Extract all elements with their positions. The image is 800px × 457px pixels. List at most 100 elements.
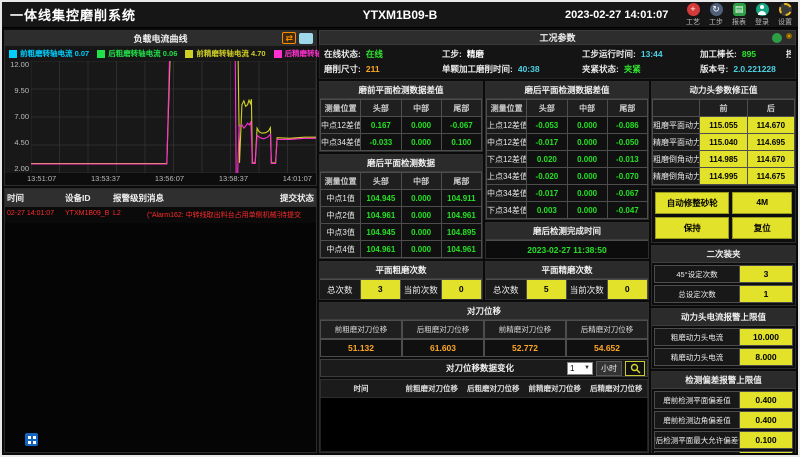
- value-cell: 54.652: [566, 339, 648, 357]
- alarm-panel: 时间 设备ID 报警级别 消息 提交状态 02-27 14:01:07 YTXM…: [4, 188, 317, 453]
- total-count-value[interactable]: 5: [527, 280, 568, 299]
- value-cell[interactable]: 115.040: [700, 134, 747, 151]
- field-value[interactable]: 8.000: [740, 349, 792, 365]
- x-tick: 13:58:37: [219, 174, 248, 183]
- table-header-row: 测量位置头部中部尾部: [321, 100, 482, 117]
- column-header: [653, 100, 700, 117]
- value-cell[interactable]: 114.995: [700, 168, 747, 185]
- count-row: 总次数 5 当前次数 0: [486, 279, 648, 299]
- value-cell[interactable]: 114.670: [747, 151, 794, 168]
- column-header: 前: [700, 100, 747, 117]
- value-cell: -0.020: [527, 168, 567, 185]
- value-cell[interactable]: 114.675: [747, 168, 794, 185]
- table-row: 上点12差值-0.0530.000-0.086: [487, 117, 648, 134]
- row-label: 下点12差值: [487, 151, 527, 168]
- status-label: 版本号:: [700, 63, 728, 75]
- value-cell[interactable]: 114.985: [700, 151, 747, 168]
- field-value[interactable]: 0.100: [740, 452, 792, 453]
- table-row: 下点34差值0.0030.000-0.047: [487, 202, 648, 219]
- total-count-value[interactable]: 3: [361, 280, 402, 299]
- value-cell: 104.945: [361, 190, 401, 207]
- start-icon[interactable]: [25, 433, 38, 446]
- chart-panel-title: 负载电流曲线: [133, 32, 187, 45]
- section-title: 检测偏差报警上限值: [652, 372, 795, 389]
- alarm-row[interactable]: 02-27 14:01:07 YTXM1B09_B L2 ("Alarm162:…: [5, 207, 316, 223]
- refresh-icon[interactable]: [772, 33, 782, 43]
- column-header: 前精磨对刀位移: [484, 320, 566, 339]
- value-cell: 0.000: [567, 134, 607, 151]
- field-value[interactable]: 0.400: [740, 412, 792, 428]
- value-cell: 0.167: [361, 117, 401, 134]
- center-column-1: 磨前平面检测数据差值 测量位置头部中部尾部中点12差值0.1670.000-0.…: [319, 81, 483, 300]
- left-panel: 负载电流曲线 ⇄ 前粗磨转轴电流 0.07后粗磨转轴电流 0.06前精磨转轴电流…: [4, 30, 317, 453]
- menu-item-工步[interactable]: ↻工步: [707, 3, 725, 27]
- value-cell: 0.000: [567, 185, 607, 202]
- value-cell: 0.000: [401, 241, 441, 258]
- value-cell: 0.020: [527, 151, 567, 168]
- status-label: 加工棒长:: [700, 48, 737, 60]
- alarm-device-id: YTXM1B09_B: [65, 210, 113, 220]
- column-header: 中部: [401, 100, 441, 117]
- value-cell[interactable]: 114.670: [747, 117, 794, 134]
- menu-item-报表[interactable]: ▤报表: [730, 3, 748, 27]
- value-cell: 0.000: [567, 202, 607, 219]
- field-value[interactable]: 0.400: [740, 392, 792, 408]
- current-count-value[interactable]: 0: [442, 280, 483, 299]
- load-current-panel: 负载电流曲线 ⇄ 前粗磨转轴电流 0.07后粗磨转轴电流 0.06前精磨转轴电流…: [4, 30, 317, 186]
- field-value[interactable]: 3: [740, 266, 792, 282]
- legend-item: 前粗磨转轴电流 0.07: [9, 48, 89, 59]
- row-label: 下点34差值: [487, 202, 527, 219]
- gear-icon[interactable]: [786, 33, 792, 39]
- center-columns: 磨前平面检测数据差值 测量位置头部中部尾部中点12差值0.1670.000-0.…: [319, 81, 649, 453]
- alarm-level: L2: [113, 210, 147, 220]
- step-icon: ↻: [710, 3, 723, 16]
- reset-button[interactable]: 复位: [732, 217, 792, 239]
- data-table: 测量位置头部中部尾部中点12差值0.1670.000-0.067中点34差值-0…: [320, 99, 482, 151]
- field-label: 磨后检测外圆最大允许偏差值: [655, 452, 740, 453]
- search-icon[interactable]: [625, 361, 645, 376]
- value-cell: 0.000: [401, 207, 441, 224]
- section-title: 二次装夹: [652, 246, 795, 263]
- chevron-down-icon: ▼: [584, 365, 590, 371]
- menu-item-登录[interactable]: 登录: [753, 3, 771, 27]
- value-cell[interactable]: 114.695: [747, 134, 794, 151]
- legend-swatch: [9, 50, 17, 58]
- section-title: 平面粗磨次数: [320, 262, 482, 279]
- working-params-title: 工况参数: [539, 31, 575, 44]
- swap-icon[interactable]: ⇄: [282, 32, 296, 44]
- menu-label: 报表: [732, 17, 746, 27]
- menu-item-工艺[interactable]: +工艺: [684, 3, 702, 27]
- hold-button[interactable]: 保持: [655, 217, 729, 239]
- status-grid: 在线状态:在线工步:精磨工步运行时间:13:44加工棒长:895控制模式:远程磨…: [319, 45, 796, 79]
- value-cell: -0.067: [441, 117, 481, 134]
- value-cell[interactable]: 115.055: [700, 117, 747, 134]
- column-header: 前粗磨对刀位移: [320, 320, 402, 339]
- field-value[interactable]: 1: [740, 286, 792, 302]
- legend-label: 后粗磨转轴电流 0.06: [108, 48, 177, 59]
- column-header: 后粗磨对刀位移: [402, 320, 484, 339]
- status-item: 在线状态:在线: [324, 48, 442, 60]
- menu-item-设置[interactable]: 设置: [776, 3, 794, 27]
- interval-select[interactable]: 1 ▼: [567, 362, 593, 375]
- row-label: 中点2值: [321, 207, 361, 224]
- value-cell: 0.000: [401, 134, 441, 151]
- value-cell: 0.000: [401, 190, 441, 207]
- field-value[interactable]: 10.000: [740, 329, 792, 345]
- column-header: 后精磨对刀位移: [566, 320, 648, 339]
- kv-row: 45°设定次数3: [654, 265, 793, 283]
- status-item: 工步运行时间:13:44: [582, 48, 700, 60]
- content-row: 磨前平面检测数据差值 测量位置头部中部尾部中点12差值0.1670.000-0.…: [319, 81, 796, 453]
- history-title: 对刀位移数据变化: [323, 362, 567, 374]
- current-count-value[interactable]: 0: [608, 280, 649, 299]
- x-tick: 14:01:07: [283, 174, 312, 183]
- value-cell: 51.132: [320, 339, 402, 357]
- post-grind-plane-data-section: 磨后平面检测数据 测量位置头部中部尾部中点1值104.9450.000104.9…: [319, 154, 483, 259]
- field-value[interactable]: 0.100: [740, 432, 792, 448]
- plane-rough-count-section: 平面粗磨次数 总次数 3 当前次数 0: [319, 261, 483, 300]
- auto-dress-wheel-button[interactable]: 自动修整砂轮: [655, 192, 729, 214]
- row-label: 精磨平面动力头: [653, 134, 700, 151]
- wheel-4m-button[interactable]: 4M: [732, 192, 792, 214]
- value-cell: 61.603: [402, 339, 484, 357]
- current-count-label: 当前次数: [401, 280, 442, 299]
- message-icon[interactable]: [299, 33, 313, 44]
